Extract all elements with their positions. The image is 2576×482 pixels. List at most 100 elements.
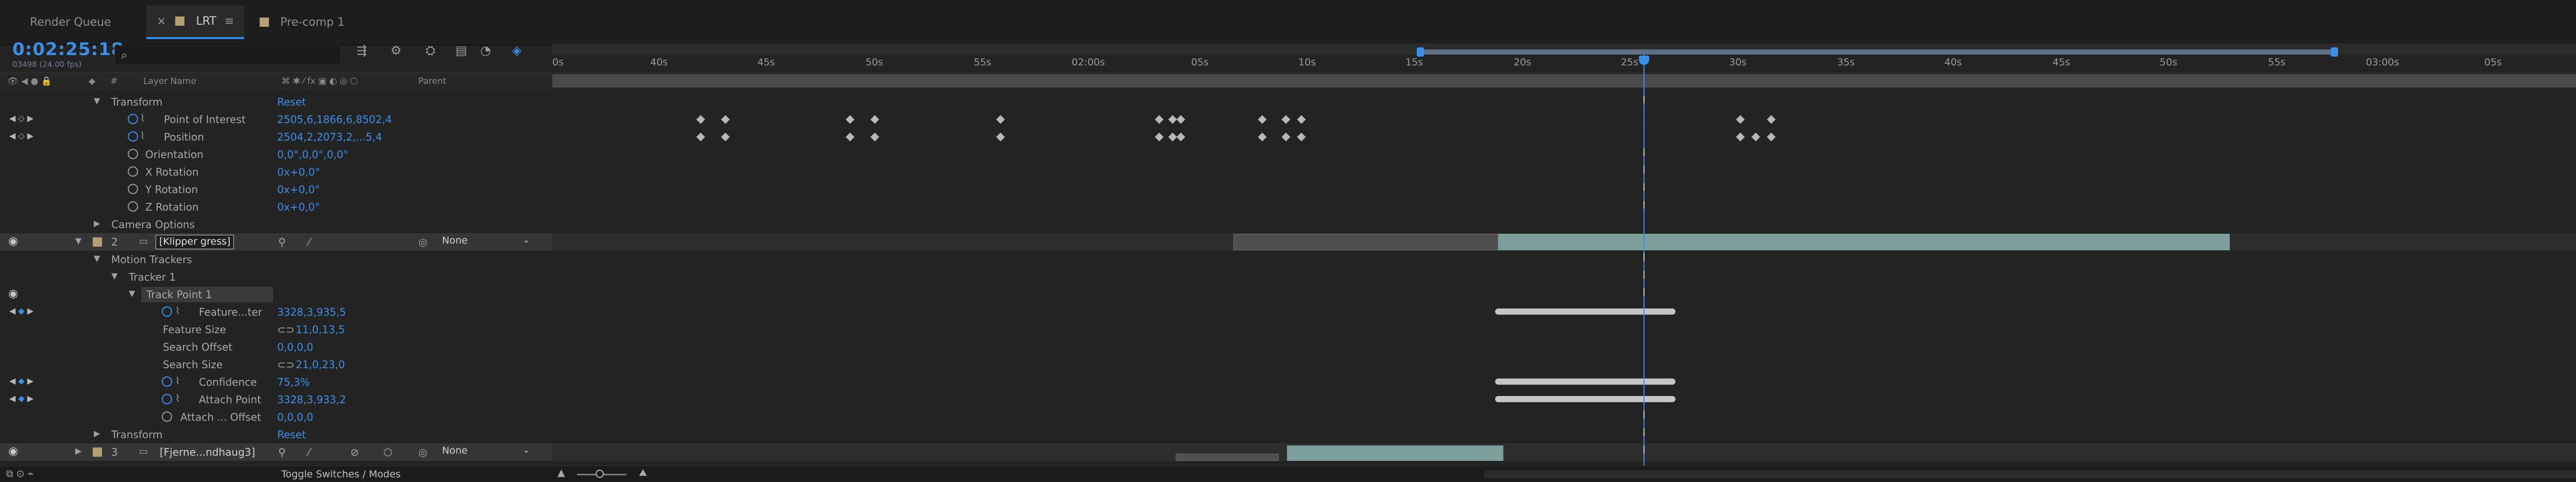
tracker-1-group[interactable]: ▼ Tracker 1 [0, 268, 552, 286]
keyframe[interactable] [1176, 115, 1185, 124]
property-orientation[interactable]: Orientation 0,0°,0,0°,0,0° [0, 146, 552, 163]
timeline-panel[interactable]: 0s 40s 45s 50s 55s 02:00s 05s 10s 15s 20… [552, 39, 2576, 470]
layer-clip-extent[interactable] [1176, 454, 1279, 461]
layer-row-3[interactable]: ◉ ▶ 3 ▭ [Fjerne...ndhaug3] ⚲ ⁄ ⊘ ⬡ ◎ Non… [0, 443, 552, 461]
keyframe[interactable] [1736, 132, 1745, 142]
keyframe[interactable] [870, 132, 879, 142]
keyframe[interactable] [996, 115, 1005, 124]
layer-3-clip[interactable] [1287, 445, 1503, 461]
feature-center-track-range[interactable] [1495, 308, 1675, 315]
property-point-of-interest[interactable]: ◀ ◇ ▶ ⌇ Point of Interest 2505,6,1866,6,… [0, 111, 552, 128]
current-time-display[interactable]: 0:02:25:18 [12, 39, 124, 60]
visibility-eye-icon[interactable]: ◉ [8, 445, 18, 458]
keyframe[interactable] [696, 132, 705, 142]
stopwatch-icon[interactable] [128, 149, 138, 159]
property-attach-point[interactable]: ◀ ◆ ▶ ⌇ Attach Point 3328,3,933,2 [0, 391, 552, 408]
expand-triangle-icon[interactable]: ▶ [94, 428, 100, 438]
property-value[interactable]: 11,0,13,5 [296, 323, 345, 336]
graph-icon[interactable]: ⌇ [175, 393, 180, 404]
layer-2-clip[interactable] [1498, 234, 2230, 250]
link-icon[interactable]: ⊂⊃ [277, 323, 295, 336]
graph-editor-icon[interactable]: ◈ [512, 43, 521, 58]
transform-group[interactable]: ▼ Transform Reset [0, 93, 552, 111]
pickwhip-icon[interactable]: ◎ [418, 236, 427, 248]
property-value[interactable]: 75,3% [277, 376, 310, 388]
keyframe[interactable] [996, 132, 1005, 142]
attach-point-track-range[interactable] [1495, 396, 1675, 402]
property-value[interactable]: 0x+0,0° [277, 183, 320, 196]
keyframe[interactable] [1176, 132, 1185, 142]
keyframe[interactable] [1155, 115, 1164, 124]
keyframe-navigator[interactable]: ◀ ◆ ▶ [9, 376, 33, 386]
zoom-in-icon[interactable]: ⛰ [639, 467, 647, 478]
keyframe[interactable] [1767, 115, 1776, 124]
keyframe[interactable] [1751, 132, 1760, 142]
property-value[interactable]: 0,0°,0,0°,0,0° [277, 148, 348, 161]
property-value[interactable]: 3328,3,935,5 [277, 306, 346, 318]
link-icon[interactable]: ⊂⊃ [277, 358, 295, 371]
zoom-out-icon[interactable]: ▲ [557, 467, 565, 478]
close-icon[interactable]: × [157, 15, 166, 28]
property-value[interactable]: 0x+0,0° [277, 201, 320, 213]
shy-layers-icon[interactable]: ⛭ [426, 43, 435, 58]
keyframe[interactable] [1155, 132, 1164, 142]
visibility-eye-icon[interactable]: ◉ [8, 287, 18, 300]
time-ruler[interactable]: 0s 40s 45s 50s 55s 02:00s 05s 10s 15s 20… [552, 56, 2576, 73]
stopwatch-icon[interactable] [128, 166, 138, 177]
graph-icon[interactable]: ⌇ [140, 130, 145, 142]
property-position[interactable]: ◀ ◇ ▶ ⌇ Position 2504,2,2073,2,...5,4 [0, 128, 552, 146]
stopwatch-icon[interactable] [162, 376, 172, 387]
shy-switch-icon[interactable]: ⚲ [278, 446, 286, 458]
keyframe[interactable] [721, 132, 730, 142]
property-search-size[interactable]: Search Size ⊂⊃ 21,0,23,0 [0, 356, 552, 373]
stopwatch-icon[interactable] [128, 131, 138, 142]
tab-pre-comp-1[interactable]: Pre-comp 1 [260, 5, 345, 39]
motion-trackers-group[interactable]: ▼ Motion Trackers [0, 251, 552, 268]
keyframe[interactable] [1297, 132, 1306, 142]
parent-select[interactable]: None ⌄ [442, 445, 530, 459]
collapse-triangle-icon[interactable]: ▼ [94, 96, 100, 106]
time-navigator[interactable] [552, 43, 2576, 57]
3d-layer-switch-icon[interactable]: ⬡ [383, 446, 392, 458]
keyframe[interactable] [1297, 115, 1306, 124]
expand-triangle-icon[interactable]: ▶ [75, 446, 81, 456]
collapse-triangle-icon[interactable]: ▼ [94, 253, 100, 263]
confidence-track-range[interactable] [1495, 378, 1675, 385]
property-value[interactable]: 0,0,0,0 [277, 341, 313, 353]
graph-icon[interactable]: ⌇ [175, 305, 180, 317]
property-value[interactable]: 2505,6,1866,6,8502,4 [277, 113, 392, 126]
property-value[interactable]: 2504,2,2073,2,...5,4 [277, 131, 382, 143]
keyframe[interactable] [1281, 115, 1291, 124]
search-input[interactable]: ⌕ [114, 45, 341, 65]
stopwatch-icon[interactable] [128, 201, 138, 212]
collapse-triangle-icon[interactable]: ▼ [111, 271, 117, 281]
layer-name-header[interactable]: Layer Name [143, 76, 196, 87]
parent-header[interactable]: Parent [418, 76, 446, 87]
panel-menu-icon[interactable]: ≡ [225, 15, 234, 28]
collapse-triangle-icon[interactable]: ▼ [129, 288, 135, 298]
keyframe-navigator[interactable]: ◀ ◆ ▶ [9, 306, 33, 316]
property-value[interactable]: 3328,3,933,2 [277, 393, 346, 406]
collapse-triangle-icon[interactable]: ▼ [75, 236, 81, 246]
stopwatch-icon[interactable] [162, 394, 172, 404]
property-value[interactable]: 0x+0,0° [277, 166, 320, 178]
frame-blending-icon[interactable]: ▤ [455, 43, 467, 58]
expand-triangle-icon[interactable]: ▶ [94, 218, 100, 228]
comp-mini-flowchart-icon[interactable]: ⇶ [357, 43, 367, 58]
visibility-eye-icon[interactable]: ◉ [8, 235, 18, 248]
stopwatch-icon[interactable] [128, 114, 138, 124]
draft-3d-icon[interactable]: ⚙ [391, 43, 402, 58]
property-value[interactable]: 21,0,23,0 [296, 358, 345, 371]
property-z-rotation[interactable]: Z Rotation 0x+0,0° [0, 198, 552, 216]
zoom-slider-knob[interactable] [596, 470, 604, 478]
stopwatch-icon[interactable] [128, 184, 138, 194]
label-color-swatch[interactable] [93, 447, 102, 457]
keyframe[interactable] [845, 115, 855, 124]
camera-options-group[interactable]: ▶ Camera Options [0, 216, 552, 233]
motion-blur-switch-icon[interactable]: ⊘ [350, 446, 359, 458]
motion-blur-icon[interactable]: ◔ [480, 43, 491, 58]
keyframe[interactable] [845, 132, 855, 142]
property-confidence[interactable]: ◀ ◆ ▶ ⌇ Confidence 75,3% [0, 373, 552, 391]
time-navigator-range[interactable] [1420, 49, 2334, 55]
stopwatch-icon[interactable] [162, 306, 172, 317]
